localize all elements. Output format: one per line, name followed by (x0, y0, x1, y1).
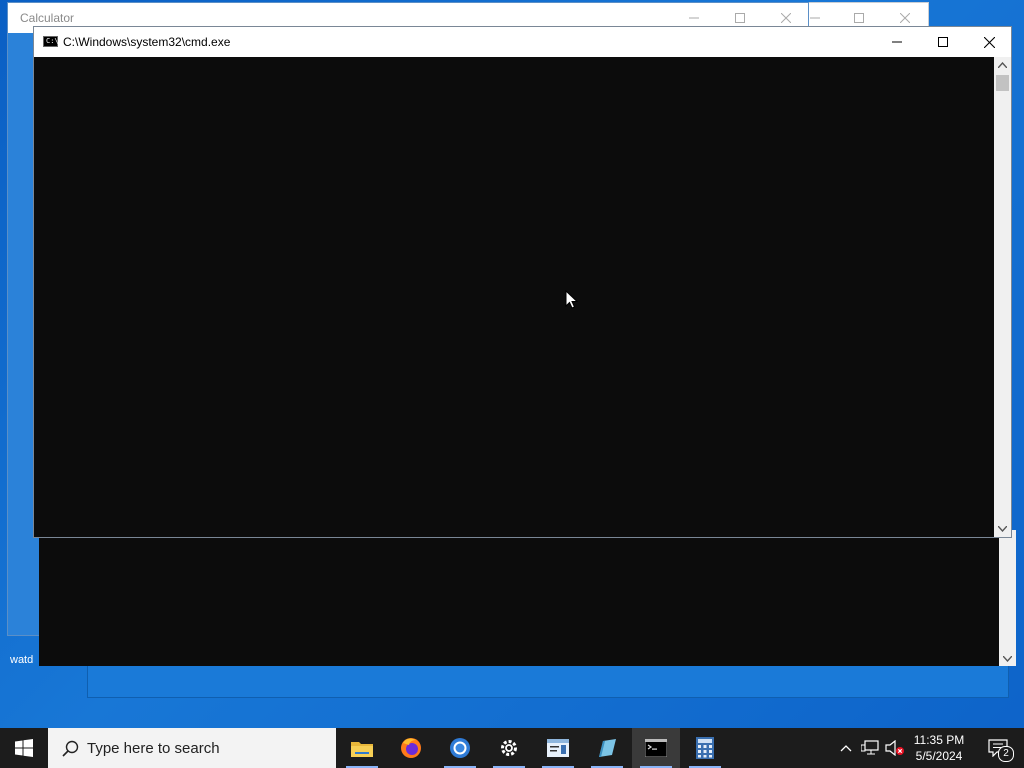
chrome-button[interactable] (436, 728, 484, 768)
notification-count-badge: 2 (998, 746, 1014, 762)
clock-time: 11:35 PM (913, 733, 965, 747)
desktop-icon-label[interactable]: watd (10, 654, 33, 666)
search-icon (62, 740, 79, 757)
volume-muted-icon (885, 740, 904, 756)
calculator-title: Calculator (20, 11, 75, 25)
clock-date: 5/5/2024 (915, 749, 963, 763)
mouse-cursor-icon (565, 290, 578, 309)
start-button[interactable] (0, 728, 48, 768)
search-box[interactable]: Type here to search (48, 728, 336, 768)
scroll-down-icon[interactable] (1003, 656, 1012, 662)
minimize-icon[interactable] (874, 27, 920, 57)
scrollbar-rear[interactable] (999, 530, 1016, 666)
console-scrollbar[interactable] (994, 57, 1011, 537)
file-explorer-button[interactable] (338, 728, 386, 768)
chevron-up-icon (840, 745, 852, 752)
firefox-icon (401, 738, 421, 758)
show-hidden-icons-button[interactable] (834, 728, 858, 768)
terminal-icon (645, 739, 667, 757)
close-icon[interactable] (966, 27, 1012, 57)
action-center-button[interactable]: 2 (978, 728, 1018, 768)
calculator-icon (696, 737, 714, 759)
terminal-button[interactable] (632, 728, 680, 768)
scroll-thumb[interactable] (996, 75, 1009, 91)
firefox-button[interactable] (387, 728, 435, 768)
maximize-icon[interactable] (920, 27, 966, 57)
network-button[interactable] (858, 728, 882, 768)
network-icon (861, 740, 879, 755)
notepad-icon (547, 739, 569, 757)
scroll-down-icon[interactable] (998, 526, 1007, 532)
windows-logo-icon (15, 739, 33, 757)
chrome-icon (450, 738, 470, 758)
pencil-app-button[interactable] (583, 728, 631, 768)
console-output-area[interactable] (34, 57, 994, 537)
gear-icon (501, 740, 517, 756)
taskbar: Type here to search 11:35 PM 5/5/2024 2 (0, 728, 1024, 768)
cmd-app-icon: C:\ (43, 36, 59, 47)
notepad-button[interactable] (534, 728, 582, 768)
console-window-rear[interactable] (39, 530, 999, 666)
volume-button[interactable] (882, 728, 908, 768)
clock[interactable]: 11:35 PM 5/5/2024 (908, 732, 970, 764)
search-placeholder: Type here to search (87, 739, 220, 757)
pencil-icon (599, 739, 616, 757)
cmd-title: C:\Windows\system32\cmd.exe (63, 35, 231, 49)
settings-button[interactable] (485, 728, 533, 768)
folder-icon (351, 742, 373, 757)
cmd-titlebar[interactable]: C:\ C:\Windows\system32\cmd.exe (34, 27, 1011, 57)
scroll-up-icon[interactable] (998, 62, 1007, 68)
calculator-button[interactable] (681, 728, 729, 768)
cmd-window[interactable]: C:\ C:\Windows\system32\cmd.exe (33, 26, 1012, 538)
